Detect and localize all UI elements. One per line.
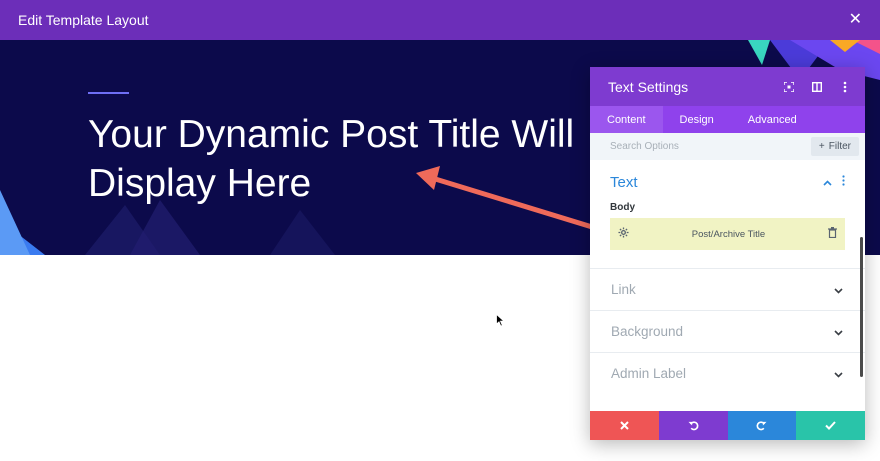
search-row: + Filter — [590, 133, 865, 160]
text-settings-panel: Text Settings Content Design Advanced + … — [590, 67, 865, 440]
text-section: Text Body Post/Archive Title — [590, 160, 865, 250]
save-button[interactable] — [796, 411, 865, 440]
panel-title: Text Settings — [608, 78, 689, 95]
modal-title: Edit Template Layout — [18, 12, 149, 28]
filter-label: Filter — [828, 141, 851, 152]
title-accent-line — [88, 92, 129, 94]
background-section[interactable]: Background — [590, 310, 865, 352]
section-more-icon[interactable] — [842, 173, 845, 191]
mouse-cursor-icon — [496, 314, 505, 327]
tab-design[interactable]: Design — [663, 106, 731, 133]
modal-header: Edit Template Layout ✕ — [0, 0, 880, 40]
link-section[interactable]: Link — [590, 268, 865, 310]
filter-button[interactable]: + Filter — [810, 137, 859, 156]
more-vertical-icon[interactable] — [837, 79, 853, 95]
undo-button[interactable] — [658, 411, 728, 440]
redo-icon — [756, 421, 767, 431]
panel-tabs: Content Design Advanced — [590, 106, 865, 133]
dynamic-content-value: Post/Archive Title — [691, 228, 766, 240]
text-section-title[interactable]: Text — [610, 174, 638, 191]
admin-label-section[interactable]: Admin Label — [590, 352, 865, 394]
tab-advanced[interactable]: Advanced — [731, 106, 814, 133]
cancel-icon — [620, 421, 629, 430]
panel-header[interactable]: Text Settings — [590, 67, 865, 106]
body-label: Body — [610, 202, 635, 213]
panel-scrollbar[interactable] — [860, 237, 863, 377]
close-icon[interactable]: ✕ — [849, 12, 862, 28]
split-view-icon[interactable] — [809, 79, 825, 95]
gear-icon[interactable] — [618, 225, 629, 243]
cancel-button[interactable] — [590, 411, 659, 440]
plus-icon: + — [818, 141, 825, 152]
chevron-up-icon[interactable] — [823, 173, 832, 191]
redo-button[interactable] — [727, 411, 797, 440]
panel-footer — [590, 411, 865, 440]
chevron-down-icon — [834, 281, 843, 299]
admin-label-section-title: Admin Label — [611, 366, 687, 381]
tab-content[interactable]: Content — [590, 106, 663, 133]
dynamic-content-field[interactable]: Post/Archive Title — [610, 218, 845, 250]
chevron-down-icon — [834, 365, 843, 383]
search-options-input[interactable] — [610, 141, 760, 152]
link-section-title: Link — [611, 282, 636, 297]
chevron-down-icon — [834, 323, 843, 341]
background-section-title: Background — [611, 324, 684, 339]
save-check-icon — [825, 421, 836, 430]
dynamic-post-title[interactable]: Your Dynamic Post Title Will Display Her… — [88, 110, 588, 208]
trash-icon[interactable] — [827, 225, 837, 243]
undo-icon — [688, 421, 699, 431]
expand-icon[interactable] — [781, 79, 797, 95]
